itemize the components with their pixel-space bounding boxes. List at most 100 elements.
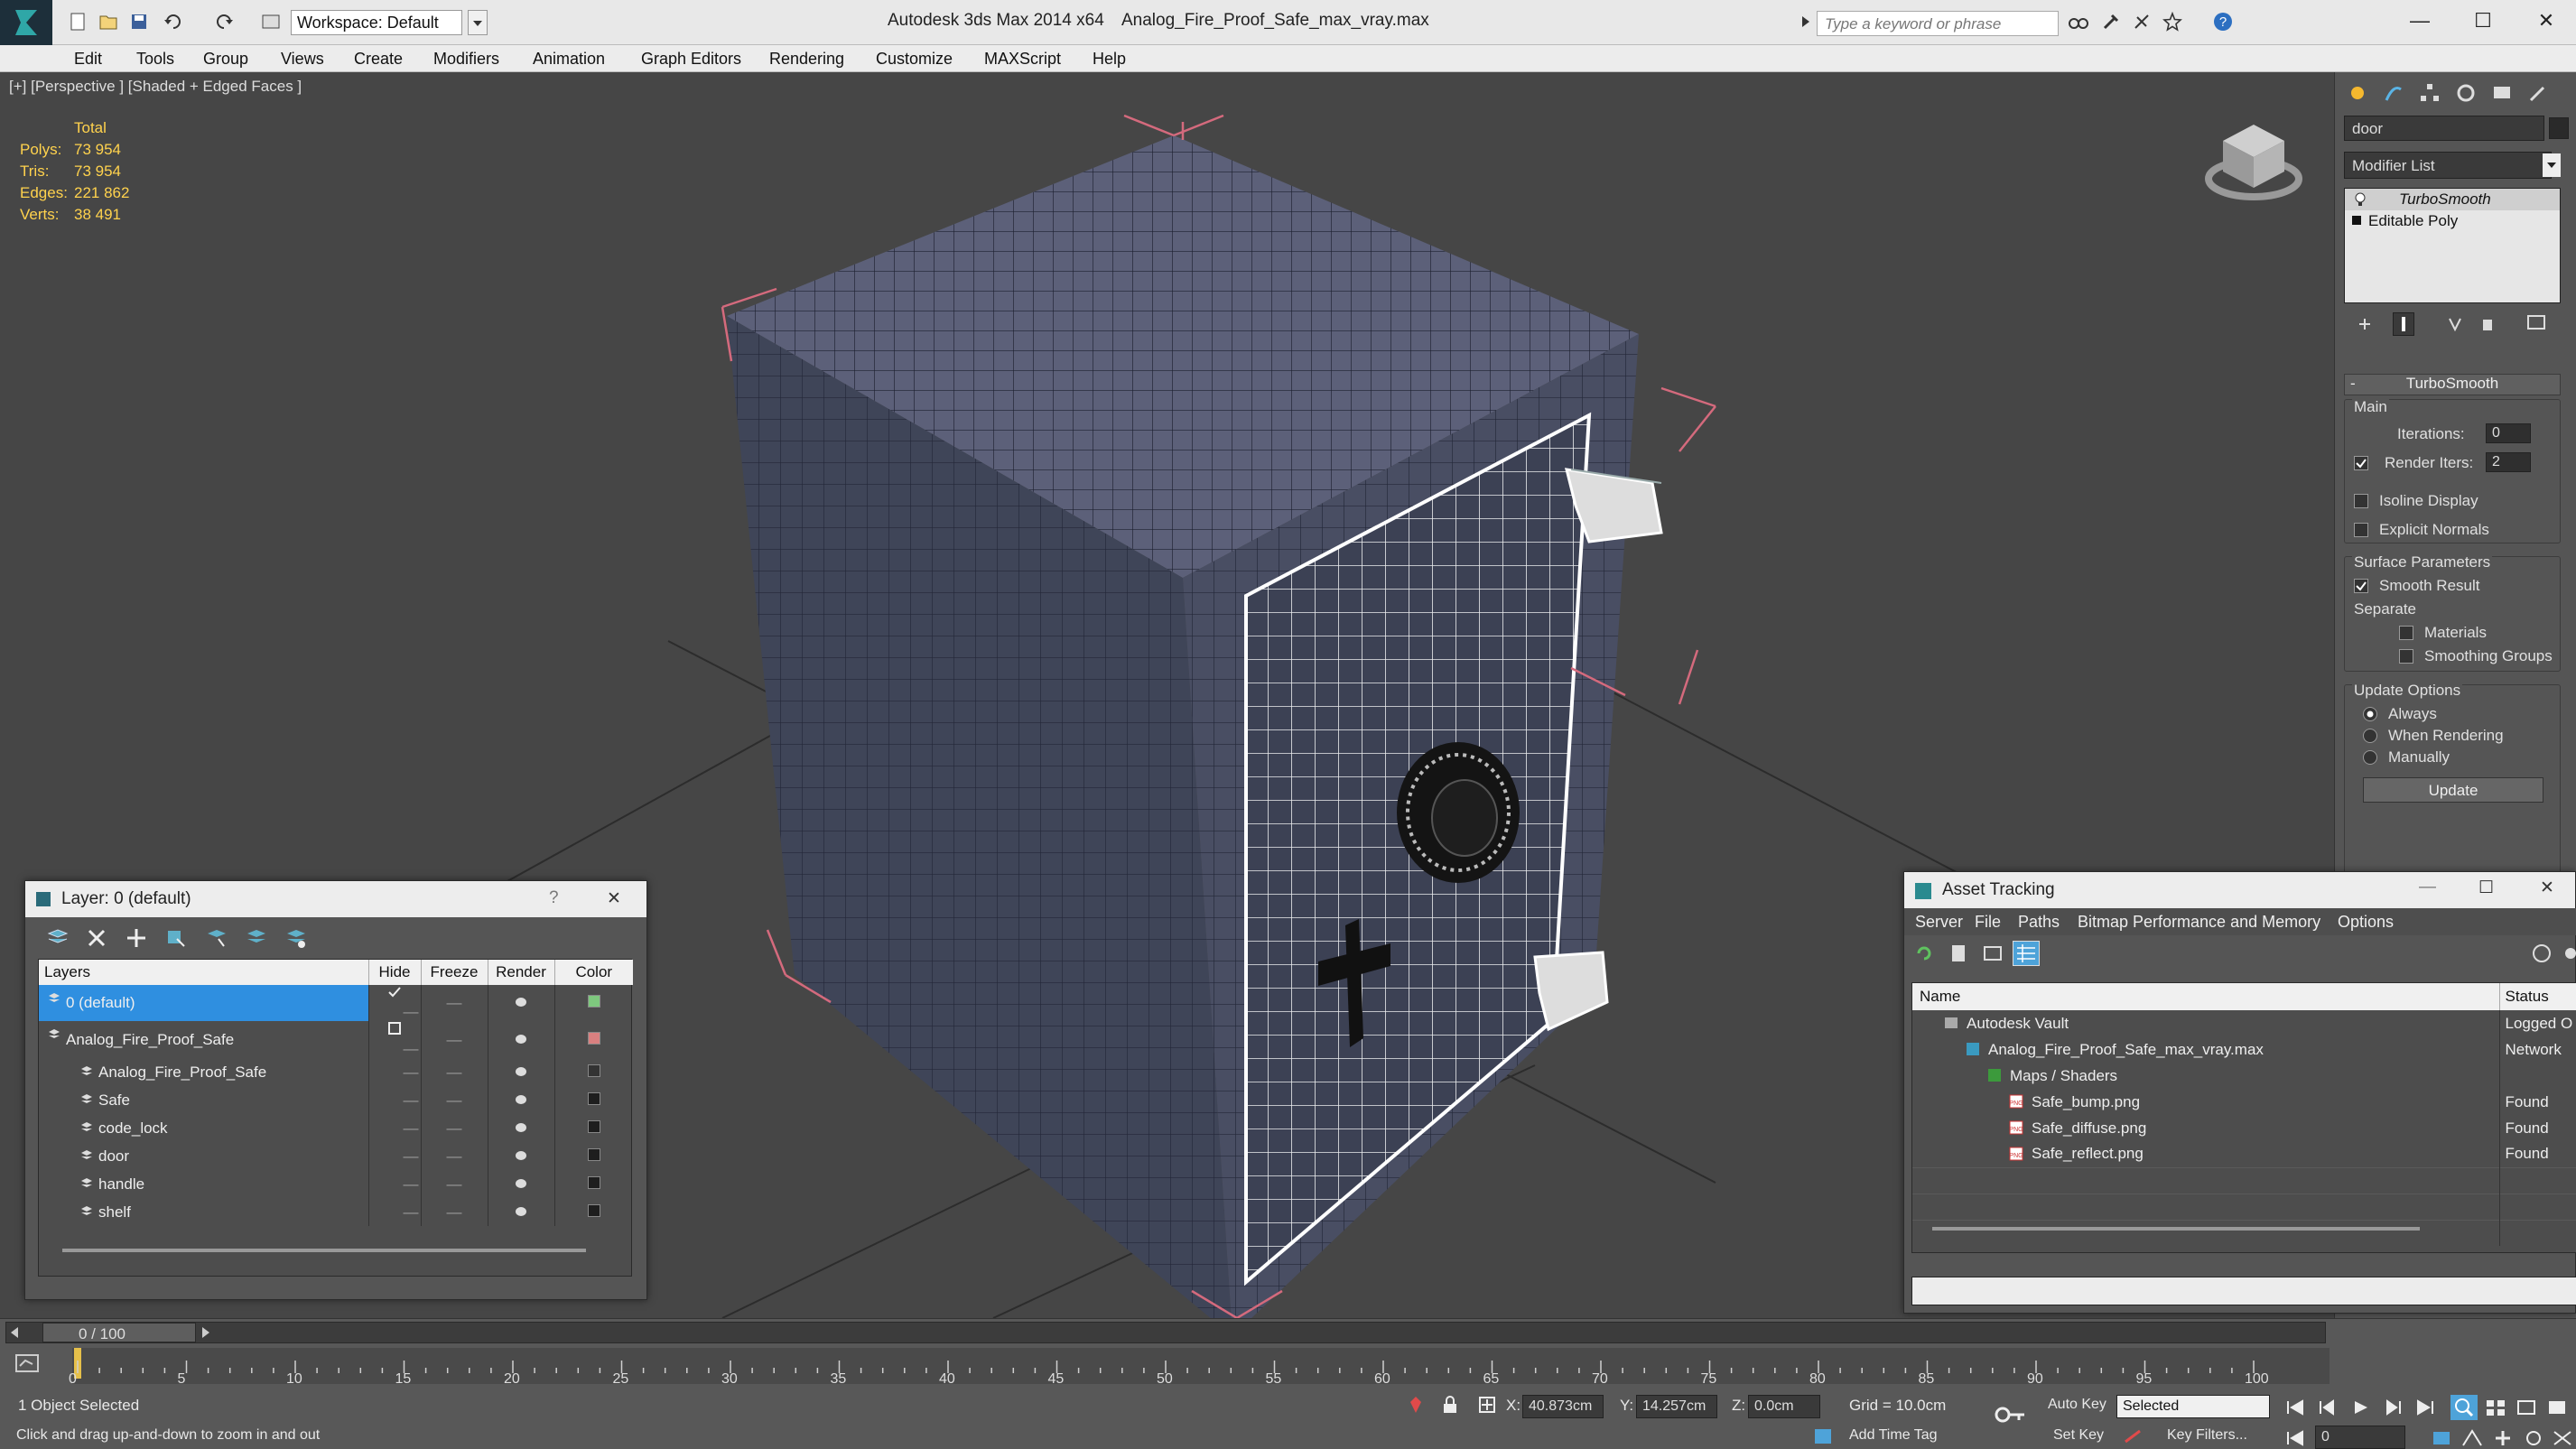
asset-name[interactable]: Analog_Fire_Proof_Safe_max_vray.max	[1988, 1041, 2264, 1058]
list-view-icon[interactable]	[1948, 943, 1969, 964]
asset-dialog-close-button[interactable]: ✕	[2540, 878, 2554, 898]
layer-freeze-cell[interactable]: —	[421, 1170, 488, 1198]
time-slider[interactable]: 0 / 100	[5, 1322, 2326, 1343]
asset-menu-file[interactable]: File	[1975, 913, 2001, 932]
stack-item-editable-poly[interactable]: Editable Poly	[2345, 210, 2560, 232]
open-file-icon[interactable]	[94, 8, 123, 35]
layer-row[interactable]: shelf — —	[39, 1198, 633, 1226]
layer-hide-cell[interactable]: —	[368, 1021, 422, 1058]
layer-render-cell[interactable]	[488, 985, 555, 1021]
zoom-icon[interactable]	[2450, 1395, 2478, 1420]
favorites-star-icon[interactable]	[2158, 8, 2187, 35]
menu-modifiers[interactable]: Modifiers	[433, 50, 499, 69]
layer-color-swatch[interactable]	[587, 1147, 600, 1161]
asset-menu-bitmap-performance[interactable]: Bitmap Performance and Memory	[2078, 913, 2320, 932]
create-tab-icon[interactable]	[2342, 79, 2373, 107]
previous-frame-icon[interactable]	[2317, 1398, 2339, 1416]
layer-name[interactable]: shelf	[98, 1203, 131, 1221]
layer-color-cell[interactable]	[554, 985, 633, 1021]
pin-stack-icon[interactable]	[2357, 316, 2373, 332]
layer-hide-cell[interactable]: —	[368, 1086, 422, 1114]
key-mode-toggle-icon[interactable]	[2284, 1429, 2306, 1447]
layer-hide-cell[interactable]: —	[368, 1142, 422, 1170]
materials-checkbox[interactable]	[2399, 626, 2413, 640]
layer-hide-cell[interactable]: —	[368, 1114, 422, 1142]
smooth-result-checkbox[interactable]	[2354, 579, 2368, 593]
make-unique-icon[interactable]	[2447, 316, 2463, 332]
render-iters-spinner[interactable]: 2	[2486, 452, 2531, 472]
display-tab-icon[interactable]	[2487, 79, 2517, 107]
layer-color-cell[interactable]	[554, 1114, 633, 1142]
close-button[interactable]: ✕	[2528, 7, 2564, 34]
minimize-button[interactable]: —	[2402, 7, 2438, 34]
asset-row[interactable]: Analog_Fire_Proof_Safe_max_vray.max Netwo…	[1912, 1036, 2576, 1063]
table-view-icon[interactable]	[2013, 941, 2040, 966]
field-of-view-icon[interactable]	[2461, 1429, 2483, 1447]
selection-set-dropdown[interactable]: Selected	[2116, 1395, 2270, 1418]
project-folder-icon[interactable]	[256, 8, 285, 35]
slider-prev-icon[interactable]	[8, 1324, 21, 1341]
layer-row[interactable]: Safe — —	[39, 1086, 633, 1114]
asset-row[interactable]: PNG Safe_reflect.png Found	[1912, 1141, 2576, 1167]
time-config-icon[interactable]	[2431, 1429, 2452, 1447]
goto-end-icon[interactable]	[2414, 1398, 2436, 1416]
isolate-icon[interactable]	[1407, 1395, 1425, 1415]
workspace-dropdown[interactable]: Workspace: Default	[291, 10, 462, 35]
menu-customize[interactable]: Customize	[876, 50, 953, 69]
utilities-tab-icon[interactable]	[2523, 79, 2553, 107]
object-name-field[interactable]: door	[2344, 116, 2544, 141]
collapse-icon[interactable]: -	[2350, 375, 2356, 393]
layer-color-cell[interactable]	[554, 1170, 633, 1198]
redo-icon[interactable]	[209, 8, 238, 35]
layer-freeze-cell[interactable]: —	[421, 1021, 488, 1058]
layer-row[interactable]: Analog_Fire_Proof_Safe — —	[39, 1021, 633, 1058]
layer-color-cell[interactable]	[554, 1058, 633, 1086]
layer-color-cell[interactable]	[554, 1086, 633, 1114]
layer-freeze-cell[interactable]: —	[421, 1114, 488, 1142]
asset-row[interactable]: PNG Safe_bump.png Found	[1912, 1089, 2576, 1115]
slider-next-icon[interactable]	[200, 1324, 212, 1341]
set-key-button[interactable]: Set Key	[2053, 1427, 2104, 1444]
zoom-all-icon[interactable]	[2485, 1398, 2506, 1416]
save-icon[interactable]	[125, 8, 153, 35]
layer-color-swatch[interactable]	[587, 995, 600, 1008]
communication-center-icon[interactable]	[2127, 8, 2156, 35]
asset-help-icon[interactable]	[2531, 943, 2553, 964]
layer-freeze-cell[interactable]: —	[421, 985, 488, 1021]
absolute-mode-icon[interactable]	[1477, 1395, 1497, 1415]
layer-render-cell[interactable]	[488, 1170, 555, 1198]
asset-dialog-minimize-button[interactable]: —	[2419, 878, 2436, 897]
layer-freeze-cell[interactable]: —	[421, 1142, 488, 1170]
layer-render-cell[interactable]	[488, 1198, 555, 1226]
refresh-icon[interactable]	[1913, 943, 1935, 964]
search-expand-icon[interactable]	[1797, 8, 1815, 35]
layer-row[interactable]: door — —	[39, 1142, 633, 1170]
layer-render-cell[interactable]	[488, 1021, 555, 1058]
update-button[interactable]: Update	[2363, 777, 2543, 803]
layer-row[interactable]: Analog_Fire_Proof_Safe — —	[39, 1058, 633, 1086]
auto-key-button[interactable]: Auto Key	[2048, 1397, 2106, 1413]
layer-color-cell[interactable]	[554, 1198, 633, 1226]
turbosmooth-rollout-header[interactable]: - TurboSmooth	[2344, 374, 2561, 395]
x-coordinate-field[interactable]: 40.873cm	[1522, 1395, 1604, 1418]
asset-name[interactable]: Safe_bump.png	[2032, 1093, 2140, 1110]
hide-all-layers-icon[interactable]	[244, 926, 267, 950]
mini-curve-editor-icon[interactable]	[14, 1351, 40, 1375]
header-render[interactable]: Render	[488, 960, 555, 985]
layer-freeze-cell[interactable]: —	[421, 1086, 488, 1114]
layer-freeze-cell[interactable]: —	[421, 1058, 488, 1086]
menu-graph-editors[interactable]: Graph Editors	[641, 50, 741, 69]
asset-dialog-titlebar[interactable]: Asset Tracking — ☐ ✕	[1904, 872, 2575, 908]
layer-hide-cell[interactable]: —	[368, 1170, 422, 1198]
layer-scrollbar[interactable]	[62, 1249, 586, 1252]
asset-settings-icon[interactable]	[2560, 943, 2576, 964]
y-coordinate-field[interactable]: 14.257cm	[1636, 1395, 1717, 1418]
isoline-display-checkbox[interactable]	[2354, 494, 2368, 508]
smoothing-groups-checkbox[interactable]	[2399, 649, 2413, 664]
show-end-result-icon[interactable]	[2393, 312, 2414, 336]
time-tag-icon[interactable]	[1813, 1427, 1833, 1445]
asset-dialog-maximize-button[interactable]: ☐	[2478, 878, 2494, 898]
layer-name[interactable]: 0 (default)	[66, 994, 135, 1011]
maximize-viewport-icon[interactable]	[2546, 1398, 2568, 1416]
layer-render-cell[interactable]	[488, 1058, 555, 1086]
